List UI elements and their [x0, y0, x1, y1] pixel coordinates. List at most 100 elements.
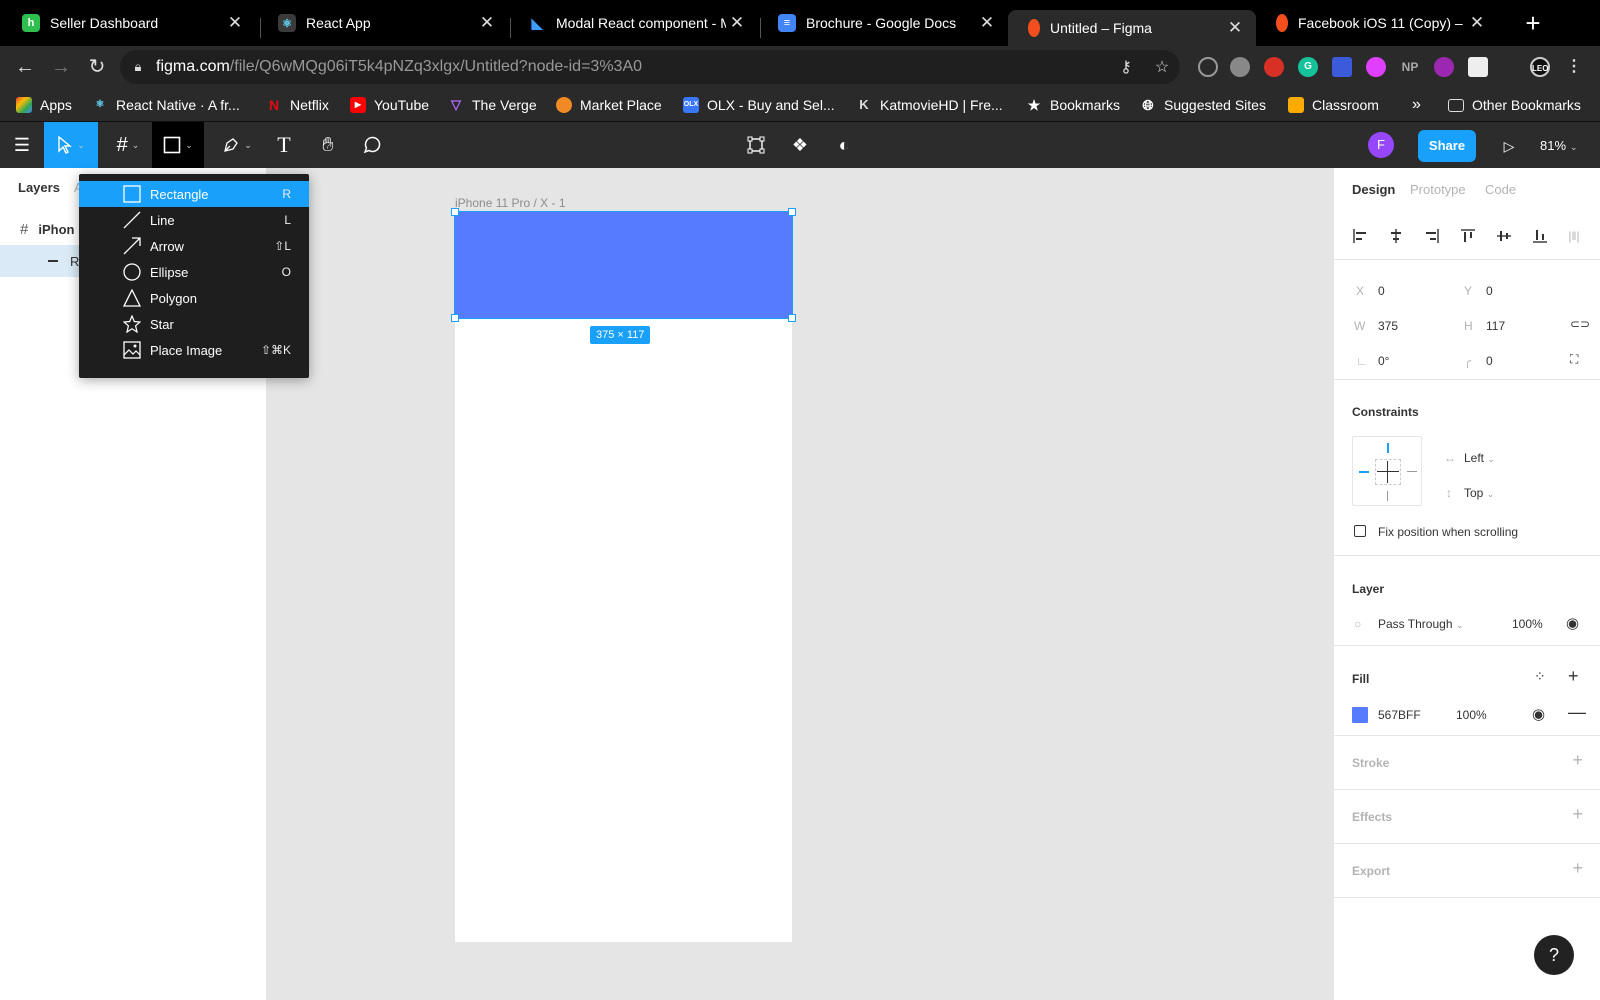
blend-mode-select[interactable]: Pass Through ⌄	[1378, 617, 1463, 631]
menu-kebab-icon[interactable]: ⋮	[1564, 57, 1584, 77]
fill-opacity-input[interactable]: 100%	[1456, 708, 1487, 722]
tab-prototype[interactable]: Prototype	[1410, 182, 1466, 197]
colorzilla-icon[interactable]	[1366, 57, 1386, 77]
tab-modal-react[interactable]: ◣ Modal React component - M ✕	[512, 0, 758, 46]
align-horizontal-center-icon[interactable]	[1386, 226, 1406, 246]
add-effect-icon[interactable]: +	[1572, 804, 1583, 825]
zoom-dropdown[interactable]: 81% ⌄	[1540, 130, 1578, 162]
np-icon[interactable]: NP	[1400, 57, 1420, 77]
bookmark-bookmarks[interactable]: ★ Bookmarks	[1026, 88, 1120, 122]
width-input[interactable]: 375	[1378, 319, 1398, 333]
component-tool-button[interactable]: ❖	[780, 122, 820, 168]
bookmark-star-icon[interactable]: ☆	[1144, 57, 1180, 77]
transform-tool-button[interactable]	[736, 122, 776, 168]
extension-icon[interactable]	[1230, 57, 1250, 77]
constraints-widget[interactable]	[1352, 436, 1422, 506]
share-button[interactable]: Share	[1418, 130, 1476, 162]
align-left-icon[interactable]	[1350, 226, 1370, 246]
rotation-input[interactable]: 0°	[1378, 354, 1389, 368]
menu-item-rectangle[interactable]: Rectangle R	[79, 181, 309, 207]
reload-button[interactable]: ↻	[82, 52, 112, 82]
menu-item-polygon[interactable]: Polygon	[79, 285, 309, 311]
add-stroke-icon[interactable]: +	[1572, 750, 1583, 771]
bookmark-olx[interactable]: OLX OLX - Buy and Sel...	[683, 88, 835, 122]
extension-icon[interactable]	[1264, 57, 1284, 77]
hand-tool-button[interactable]: ✋︎	[308, 122, 348, 168]
menu-item-arrow[interactable]: Arrow ⇧L	[79, 233, 309, 259]
fill-swatch[interactable]	[1352, 707, 1368, 723]
mask-tool-button[interactable]: ◐	[824, 122, 864, 168]
fill-hex-input[interactable]: 567BFF	[1378, 708, 1421, 722]
tab-react-app[interactable]: ⚛ React App ✕	[262, 0, 508, 46]
close-icon[interactable]: ✕	[726, 13, 748, 33]
fix-position-checkbox[interactable]	[1354, 525, 1366, 537]
close-icon[interactable]: ✕	[224, 13, 246, 33]
tab-facebook-figma[interactable]: Facebook iOS 11 (Copy) – Fi ✕	[1256, 0, 1498, 46]
frame-label[interactable]: iPhone 11 Pro / X - 1	[455, 196, 566, 210]
resize-handle[interactable]	[788, 314, 796, 322]
back-button[interactable]: ←	[10, 52, 40, 82]
more-bookmarks-button[interactable]: »	[1412, 88, 1421, 122]
constraint-left-line[interactable]	[1359, 471, 1369, 473]
iphone-frame[interactable]	[455, 212, 792, 942]
close-icon[interactable]: ✕	[476, 13, 498, 33]
corner-radius-input[interactable]: 0	[1486, 354, 1493, 368]
extension-icon[interactable]	[1332, 57, 1352, 77]
frame-tool-button[interactable]: # ⌄	[106, 122, 150, 168]
bookmark-market-place[interactable]: Market Place	[556, 88, 662, 122]
present-play-icon[interactable]: ▷	[1498, 130, 1520, 162]
align-vertical-center-icon[interactable]	[1494, 226, 1514, 246]
avatar[interactable]: F	[1368, 132, 1394, 158]
key-icon[interactable]: ⚷	[1108, 57, 1144, 77]
x-input[interactable]: 0	[1378, 284, 1385, 298]
tab-layers[interactable]: Layers	[18, 180, 60, 195]
bookmark-react-native[interactable]: ⚛ React Native · A fr...	[92, 88, 240, 122]
extension-icon[interactable]	[1468, 57, 1488, 77]
height-input[interactable]: 117	[1486, 319, 1505, 333]
eye-icon[interactable]: ◉	[1566, 614, 1579, 632]
main-menu-button[interactable]: ☰	[0, 122, 44, 168]
constraint-horizontal-select[interactable]: Left ⌄	[1464, 451, 1495, 465]
canvas[interactable]	[267, 168, 1333, 1000]
align-right-icon[interactable]	[1422, 226, 1442, 246]
move-tool-button[interactable]: ⌄	[44, 122, 98, 168]
grammarly-icon[interactable]: G	[1298, 57, 1318, 77]
bookmark-netflix[interactable]: N Netflix	[266, 88, 329, 122]
distribute-icon[interactable]: |‖|	[1564, 226, 1584, 246]
align-top-icon[interactable]	[1458, 226, 1478, 246]
layer-opacity-input[interactable]: 100%	[1512, 617, 1543, 631]
constraint-center-v[interactable]	[1387, 461, 1388, 483]
align-bottom-icon[interactable]	[1530, 226, 1550, 246]
extension-icon[interactable]	[1434, 57, 1454, 77]
add-fill-icon[interactable]: +	[1568, 666, 1579, 687]
other-bookmarks[interactable]: Other Bookmarks	[1448, 88, 1581, 122]
constraint-top-line[interactable]	[1387, 443, 1389, 453]
profile-icon[interactable]: LEO	[1530, 57, 1550, 77]
constraint-vertical-select[interactable]: Top ⌄	[1464, 486, 1494, 500]
bookmark-classroom[interactable]: Classroom	[1288, 88, 1379, 122]
bookmark-apps[interactable]: Apps	[16, 88, 72, 122]
bookmark-the-verge[interactable]: ▽ The Verge	[448, 88, 537, 122]
remove-fill-icon[interactable]: —	[1568, 702, 1586, 723]
bookmark-suggested-sites[interactable]: 🌐︎ Suggested Sites	[1140, 88, 1266, 122]
resize-handle[interactable]	[788, 208, 796, 216]
resize-handle[interactable]	[451, 208, 459, 216]
address-bar[interactable]: 🔒︎ figma.com/file/Q6wMQg06iT5k4pNZq3xlgx…	[120, 50, 1180, 84]
tab-seller-dashboard[interactable]: h Seller Dashboard ✕	[6, 0, 256, 46]
help-button[interactable]: ?	[1534, 935, 1574, 975]
menu-item-star[interactable]: Star	[79, 311, 309, 337]
tab-brochure-docs[interactable]: ≡ Brochure - Google Docs ✕	[762, 0, 1008, 46]
shape-tool-button[interactable]: ⌄	[152, 122, 204, 168]
bookmark-katmoviehd[interactable]: K KatmovieHD | Fre...	[856, 88, 1002, 122]
constraint-right-line[interactable]	[1407, 471, 1417, 472]
tab-code[interactable]: Code	[1485, 182, 1516, 197]
resize-handle[interactable]	[451, 314, 459, 322]
independent-corners-icon[interactable]: ⛶	[1570, 352, 1578, 367]
selected-rectangle[interactable]	[454, 211, 793, 319]
fill-styles-icon[interactable]: ⁘	[1534, 668, 1546, 685]
comment-tool-button[interactable]	[352, 122, 392, 168]
extension-icon[interactable]	[1198, 57, 1218, 77]
eye-icon[interactable]: ◉	[1532, 705, 1545, 723]
forward-button[interactable]: →	[46, 52, 76, 82]
url-text[interactable]: figma.com/file/Q6wMQg06iT5k4pNZq3xlgx/Un…	[156, 58, 1108, 76]
